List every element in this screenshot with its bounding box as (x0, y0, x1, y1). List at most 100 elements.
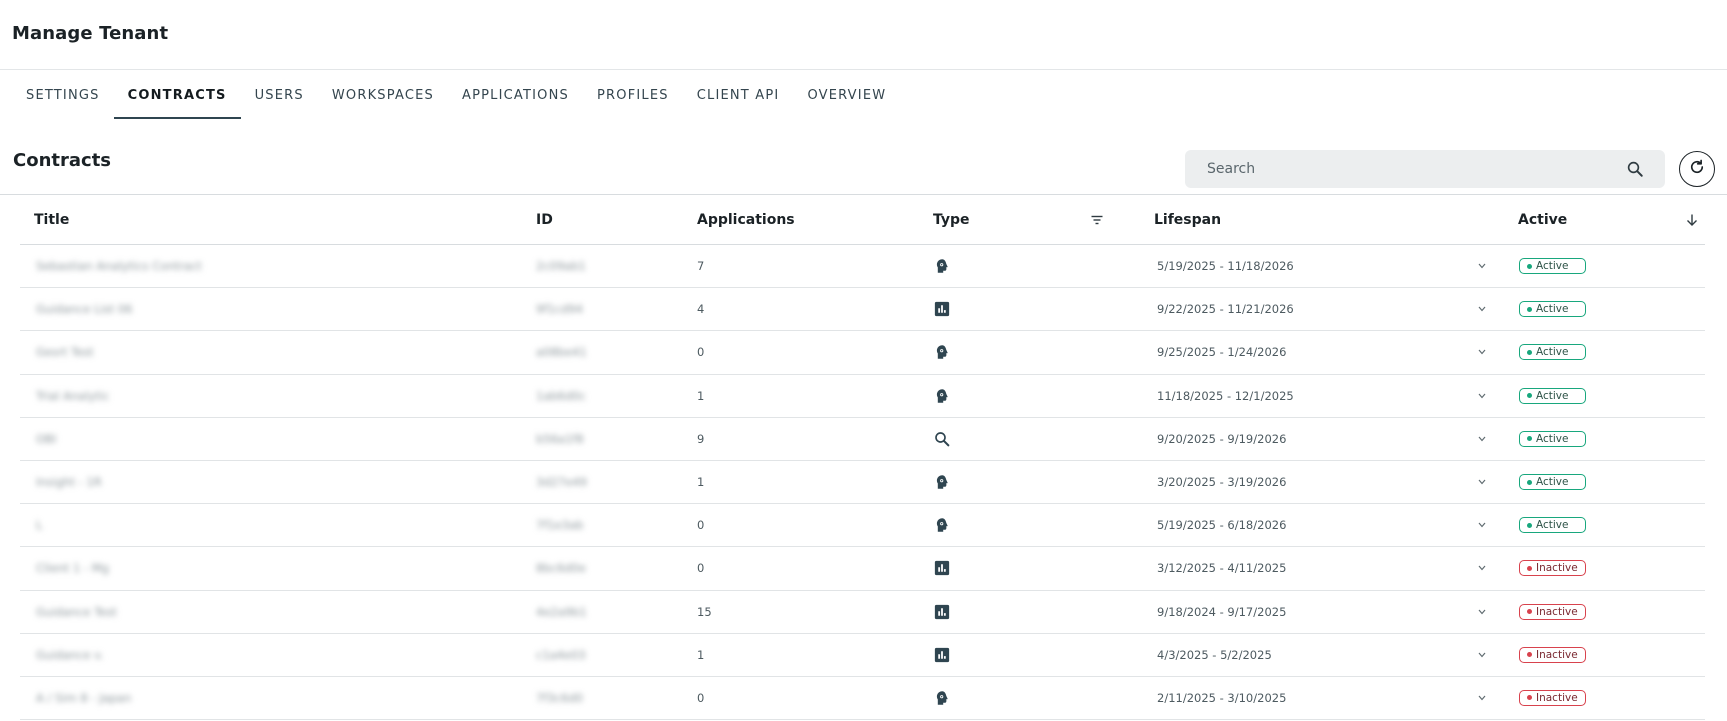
status-cell: Inactive (1519, 634, 1586, 676)
type-cell (933, 331, 951, 373)
search-input[interactable] (1207, 161, 1625, 177)
tab-applications[interactable]: APPLICATIONS (448, 70, 583, 120)
column-header-lifespan[interactable]: Lifespan (1154, 195, 1221, 245)
contract-title[interactable]: Sebastian Analytics Contract (36, 245, 202, 287)
status-badge: Active (1519, 258, 1586, 275)
status-label: Active (1536, 476, 1569, 489)
status-cell: Inactive (1519, 591, 1586, 633)
status-label: Inactive (1536, 648, 1578, 661)
tab-users[interactable]: USERS (241, 70, 318, 120)
expand-chevron-down-icon[interactable] (1478, 591, 1486, 633)
status-dot (1527, 306, 1532, 312)
status-cell: Active (1519, 245, 1586, 287)
contract-title[interactable]: Guidance List 06 (36, 288, 132, 330)
table-row[interactable]: Insight - 1R 3d27e49 1 3/20/2025 - 3/19/202… (20, 461, 1705, 505)
column-header-id[interactable]: ID (536, 195, 553, 245)
expand-chevron-down-icon[interactable] (1478, 245, 1486, 287)
table-row[interactable]: OBI b56a1f8 9 9/20/2025 - 9/19/2026 Active (20, 418, 1705, 461)
expand-chevron-down-icon[interactable] (1478, 375, 1486, 417)
lifespan: 9/20/2025 - 9/19/2026 (1157, 431, 1287, 446)
lifespan: 3/20/2025 - 3/19/2026 (1157, 475, 1287, 490)
refresh-icon (1688, 158, 1706, 180)
contract-title[interactable]: Guidance Test (36, 591, 117, 633)
status-badge: Inactive (1519, 646, 1586, 663)
expand-chevron-down-icon[interactable] (1478, 331, 1486, 373)
expand-chevron-down-icon[interactable] (1478, 418, 1486, 460)
ai-head-icon (933, 689, 951, 707)
contract-id: c1a4e03 (536, 647, 586, 662)
contract-id: 7f1e3ab (536, 518, 584, 533)
table-row[interactable]: L 7f1e3ab 0 5/19/2025 - 6/18/2026 Active (20, 504, 1705, 548)
contract-title[interactable]: L (36, 504, 42, 546)
status-label: Inactive (1536, 605, 1578, 618)
contract-title[interactable]: Guidance v. (36, 634, 104, 676)
expand-chevron-down-icon[interactable] (1478, 461, 1486, 503)
table-row[interactable]: Guidance v. c1a4e03 1 4/3/2025 - 5/2/2025 In… (20, 634, 1705, 677)
table-row[interactable]: Client 1 - Mg 8bc6d0e 0 3/12/2025 - 4/11/20… (20, 547, 1705, 591)
expand-chevron-down-icon[interactable] (1478, 504, 1486, 546)
contract-title[interactable]: Gesrt Test (36, 331, 94, 373)
status-badge: Active (1519, 301, 1586, 318)
table-row[interactable]: A / Sim 8 - Japan 7f3c6d0 0 2/11/2025 - 3/1… (20, 677, 1705, 721)
ai-head-icon (933, 473, 951, 491)
tab-contracts[interactable]: CONTRACTS (113, 70, 241, 120)
type-cell (933, 461, 951, 503)
sort-arrow-down-icon[interactable] (1685, 195, 1699, 245)
expand-chevron-down-icon[interactable] (1478, 547, 1486, 589)
status-cell: Active (1519, 418, 1586, 460)
search-box[interactable] (1185, 150, 1665, 188)
column-header-applications[interactable]: Applications (697, 195, 795, 245)
type-cell (933, 245, 951, 287)
contract-title[interactable]: Client 1 - Mg (36, 547, 109, 589)
contract-id: 2c09ab1 (536, 259, 586, 274)
section-title: Contracts (13, 150, 112, 171)
table-row[interactable]: Sebastian Analytics Contract 2c09ab1 7 5/19… (20, 245, 1705, 289)
type-filter-icon[interactable] (1090, 195, 1104, 245)
status-dot (1527, 349, 1532, 355)
lifespan: 9/25/2025 - 1/24/2026 (1157, 345, 1287, 360)
status-label: Active (1536, 260, 1569, 273)
ai-head-icon (933, 387, 951, 405)
expand-chevron-down-icon[interactable] (1478, 634, 1486, 676)
bar-chart-icon (933, 300, 951, 318)
applications-count: 0 (697, 690, 705, 705)
expand-chevron-down-icon[interactable] (1478, 288, 1486, 330)
column-header-active[interactable]: Active (1518, 195, 1567, 245)
expand-chevron-down-icon[interactable] (1478, 677, 1486, 719)
type-cell (933, 547, 951, 589)
contract-title[interactable]: Insight - 1R (36, 461, 102, 503)
type-cell (933, 504, 951, 546)
tab-workspaces[interactable]: WORKSPACES (318, 70, 448, 120)
status-badge: Inactive (1519, 560, 1586, 577)
tab-client-api[interactable]: CLIENT API (683, 70, 794, 120)
table-row[interactable]: Gesrt Test a08be41 0 9/25/2025 - 1/24/2026 A… (20, 331, 1705, 375)
contract-id: 1ab6d0c (536, 388, 586, 403)
tab-settings[interactable]: SETTINGS (12, 70, 114, 120)
contract-title[interactable]: OBI (36, 418, 56, 460)
contract-title[interactable]: Trial Analytic (36, 375, 109, 417)
status-dot (1527, 522, 1532, 528)
tab-overview[interactable]: OVERVIEW (793, 70, 900, 120)
contract-title[interactable]: A / Sim 8 - Japan (36, 677, 131, 719)
status-label: Inactive (1536, 691, 1578, 704)
column-header-type[interactable]: Type (933, 195, 970, 245)
table-row[interactable]: Trial Analytic 1ab6d0c 1 11/18/2025 - 12/1/… (20, 375, 1705, 418)
status-cell: Inactive (1519, 547, 1586, 589)
status-cell: Active (1519, 375, 1586, 417)
column-header-title[interactable]: Title (34, 195, 69, 245)
table-row[interactable]: Guidance Test 4e2a9b1 15 9/18/2024 - 9/17/2… (20, 591, 1705, 634)
table-row[interactable]: Guidance List 06 9f1cd94 4 9/22/2025 - 11/2… (20, 288, 1705, 332)
refresh-button[interactable] (1679, 151, 1715, 187)
search-icon[interactable] (1625, 159, 1645, 179)
lifespan: 2/11/2025 - 3/10/2025 (1157, 690, 1287, 705)
tab-profiles[interactable]: PROFILES (583, 70, 683, 120)
contract-id: 3d27e49 (536, 475, 587, 490)
applications-count: 1 (697, 388, 705, 403)
lifespan: 5/19/2025 - 11/18/2026 (1157, 259, 1294, 274)
status-badge: Active (1519, 387, 1586, 404)
header-bar: Manage Tenant (0, 0, 1727, 70)
type-cell (933, 591, 951, 633)
status-badge: Inactive (1519, 689, 1586, 706)
status-cell: Inactive (1519, 677, 1586, 719)
status-dot (1527, 263, 1532, 269)
